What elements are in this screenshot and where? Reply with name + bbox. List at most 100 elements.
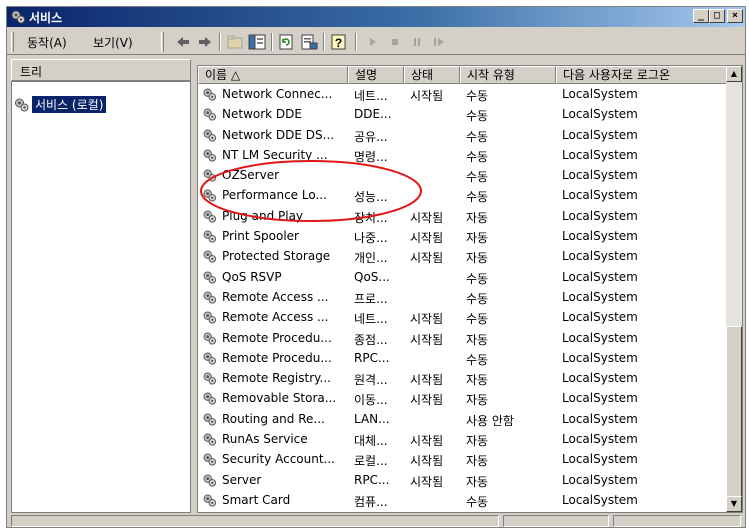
service-startup-type: 자동 — [466, 332, 489, 347]
service-startup-type: 사용 안함 — [466, 413, 514, 428]
tree-node-services-local[interactable]: 서비스 (로컬) — [14, 96, 107, 113]
service-row[interactable]: QoS RSVP QoS... 수동 LocalSystem — [198, 268, 728, 288]
column-header-description[interactable]: 설명 — [348, 66, 404, 84]
service-row[interactable]: Remote Access ... 프로... 수동 LocalSystem — [198, 288, 728, 308]
service-row[interactable]: Routing and Re... LAN... 사용 안함 LocalSystem — [198, 410, 728, 430]
service-gear-icon — [203, 413, 217, 426]
export-list-icon[interactable] — [299, 33, 319, 51]
vertical-scrollbar[interactable]: ▲ ▼ — [726, 66, 742, 512]
service-startup-type: 수동 — [466, 89, 489, 103]
service-startup-type: 수동 — [466, 352, 489, 367]
service-description: 종점... — [354, 332, 388, 347]
service-name: RunAs Service — [222, 432, 308, 447]
service-status: 시작됨 — [410, 231, 444, 246]
scroll-down-button[interactable]: ▼ — [726, 496, 742, 512]
service-description: 원격... — [354, 373, 388, 388]
service-name: Security Account... — [222, 452, 335, 467]
service-logon-as: LocalSystem — [562, 310, 638, 325]
service-startup-type: 수동 — [466, 170, 489, 185]
minimize-button[interactable]: _ — [693, 9, 709, 23]
service-logon-as: LocalSystem — [562, 269, 638, 284]
service-row[interactable]: Protected Storage 개인... 시작됨 자동 LocalSystem — [198, 247, 728, 267]
play-icon[interactable] — [363, 33, 383, 51]
title-bar[interactable]: 서비스 _ □ × — [7, 7, 745, 27]
column-header-name[interactable]: 이름 △ — [198, 66, 348, 84]
service-status: 시작됨 — [410, 332, 444, 347]
service-row[interactable]: Network DDE DDE... 수동 LocalSystem — [198, 105, 728, 125]
service-gear-icon — [203, 311, 217, 324]
service-logon-as: LocalSystem — [562, 127, 638, 142]
scroll-up-button[interactable]: ▲ — [726, 66, 742, 82]
service-logon-as: LocalSystem — [562, 188, 638, 203]
service-gear-icon — [203, 230, 217, 243]
scroll-thumb[interactable] — [726, 326, 742, 506]
svg-text:?: ? — [335, 36, 342, 50]
status-bar — [7, 515, 745, 527]
service-logon-as: LocalSystem — [562, 330, 638, 345]
service-gear-icon — [203, 392, 217, 405]
menu-view[interactable]: 보기(V) — [93, 34, 133, 51]
restart-icon[interactable] — [429, 33, 449, 51]
column-header-status[interactable]: 상태 — [404, 66, 460, 84]
show-tree-icon[interactable] — [247, 33, 267, 51]
service-row[interactable]: Remote Procedu... 종점... 시작됨 자동 LocalSystem — [198, 329, 728, 349]
refresh-icon[interactable] — [277, 33, 297, 51]
menu-action[interactable]: 동작(A) — [27, 34, 67, 51]
service-row[interactable]: Network Connec... 네트... 시작됨 수동 LocalSystem — [198, 85, 728, 105]
service-row[interactable]: Remote Registry... 원격... 시작됨 자동 LocalSystem — [198, 369, 728, 389]
service-row[interactable]: Remote Access ... 네트... 시작됨 수동 LocalSystem — [198, 308, 728, 328]
service-logon-as: LocalSystem — [562, 87, 638, 101]
service-row[interactable]: Smart Card 컴퓨... 수동 LocalSystem — [198, 491, 728, 511]
service-row[interactable]: Removable Stora... 이동... 시작됨 자동 LocalSystem — [198, 389, 728, 409]
service-description: 대체... — [354, 434, 388, 449]
service-logon-as: LocalSystem — [562, 350, 638, 365]
service-logon-as: LocalSystem — [562, 168, 638, 183]
service-row[interactable]: RunAs Service 대체... 시작됨 자동 LocalSystem — [198, 430, 728, 450]
tree-panel: 서비스 (로컬) — [11, 81, 191, 513]
service-status: 시작됨 — [410, 474, 444, 489]
service-gear-icon — [203, 250, 217, 263]
service-name: Remote Access ... — [222, 310, 329, 325]
service-gear-icon — [203, 494, 217, 507]
service-name: Removable Stora... — [222, 391, 337, 406]
service-startup-type: 자동 — [466, 231, 489, 246]
tree-header[interactable]: 트리 — [11, 59, 191, 81]
service-startup-type: 수동 — [466, 190, 489, 205]
service-status: 시작됨 — [410, 312, 444, 327]
service-row[interactable]: Server RPC... 시작됨 자동 LocalSystem — [198, 471, 728, 491]
column-header-logon-as[interactable]: 다음 사용자로 로그온 — [556, 66, 728, 84]
service-row[interactable]: Print Spooler 나중... 시작됨 자동 LocalSystem — [198, 227, 728, 247]
up-folder-icon[interactable] — [225, 33, 245, 51]
service-name: Remote Procedu... — [222, 330, 332, 345]
service-description: 공유... — [354, 129, 388, 144]
service-logon-as: LocalSystem — [562, 472, 638, 487]
service-row[interactable]: Security Account... 로컬... 시작됨 자동 LocalSystem — [198, 450, 728, 470]
service-startup-type: 자동 — [466, 373, 489, 388]
column-header-startup-type[interactable]: 시작 유형 — [460, 66, 556, 84]
pause-icon[interactable] — [407, 33, 427, 51]
maximize-button[interactable]: □ — [709, 9, 725, 23]
help-icon[interactable]: ? — [329, 33, 349, 51]
service-startup-type: 수동 — [466, 129, 489, 144]
service-name: QoS RSVP — [222, 269, 282, 284]
service-startup-type: 수동 — [466, 271, 489, 286]
close-button[interactable]: × — [727, 9, 743, 23]
service-startup-type: 자동 — [466, 434, 489, 449]
tree-header-label: 트리 — [20, 65, 43, 79]
back-icon[interactable] — [173, 33, 193, 51]
service-startup-type: 자동 — [466, 393, 489, 408]
service-status: 시작됨 — [410, 393, 444, 408]
stop-icon[interactable] — [385, 33, 405, 51]
service-description: 네트... — [354, 89, 388, 103]
toolbar-grip[interactable] — [161, 32, 164, 52]
highlight-ellipse — [200, 160, 422, 222]
forward-icon[interactable] — [195, 33, 215, 51]
service-logon-as: LocalSystem — [562, 249, 638, 264]
service-logon-as: LocalSystem — [562, 107, 638, 122]
service-startup-type: 수동 — [466, 109, 489, 124]
toolbar-grip[interactable] — [11, 32, 14, 52]
service-row[interactable]: Network DDE DS... 공유... 수동 LocalSystem — [198, 126, 728, 146]
toolbar-separator — [219, 33, 221, 51]
window-title: 서비스 — [29, 11, 63, 25]
service-row[interactable]: Remote Procedu... RPC... 수동 LocalSystem — [198, 349, 728, 369]
